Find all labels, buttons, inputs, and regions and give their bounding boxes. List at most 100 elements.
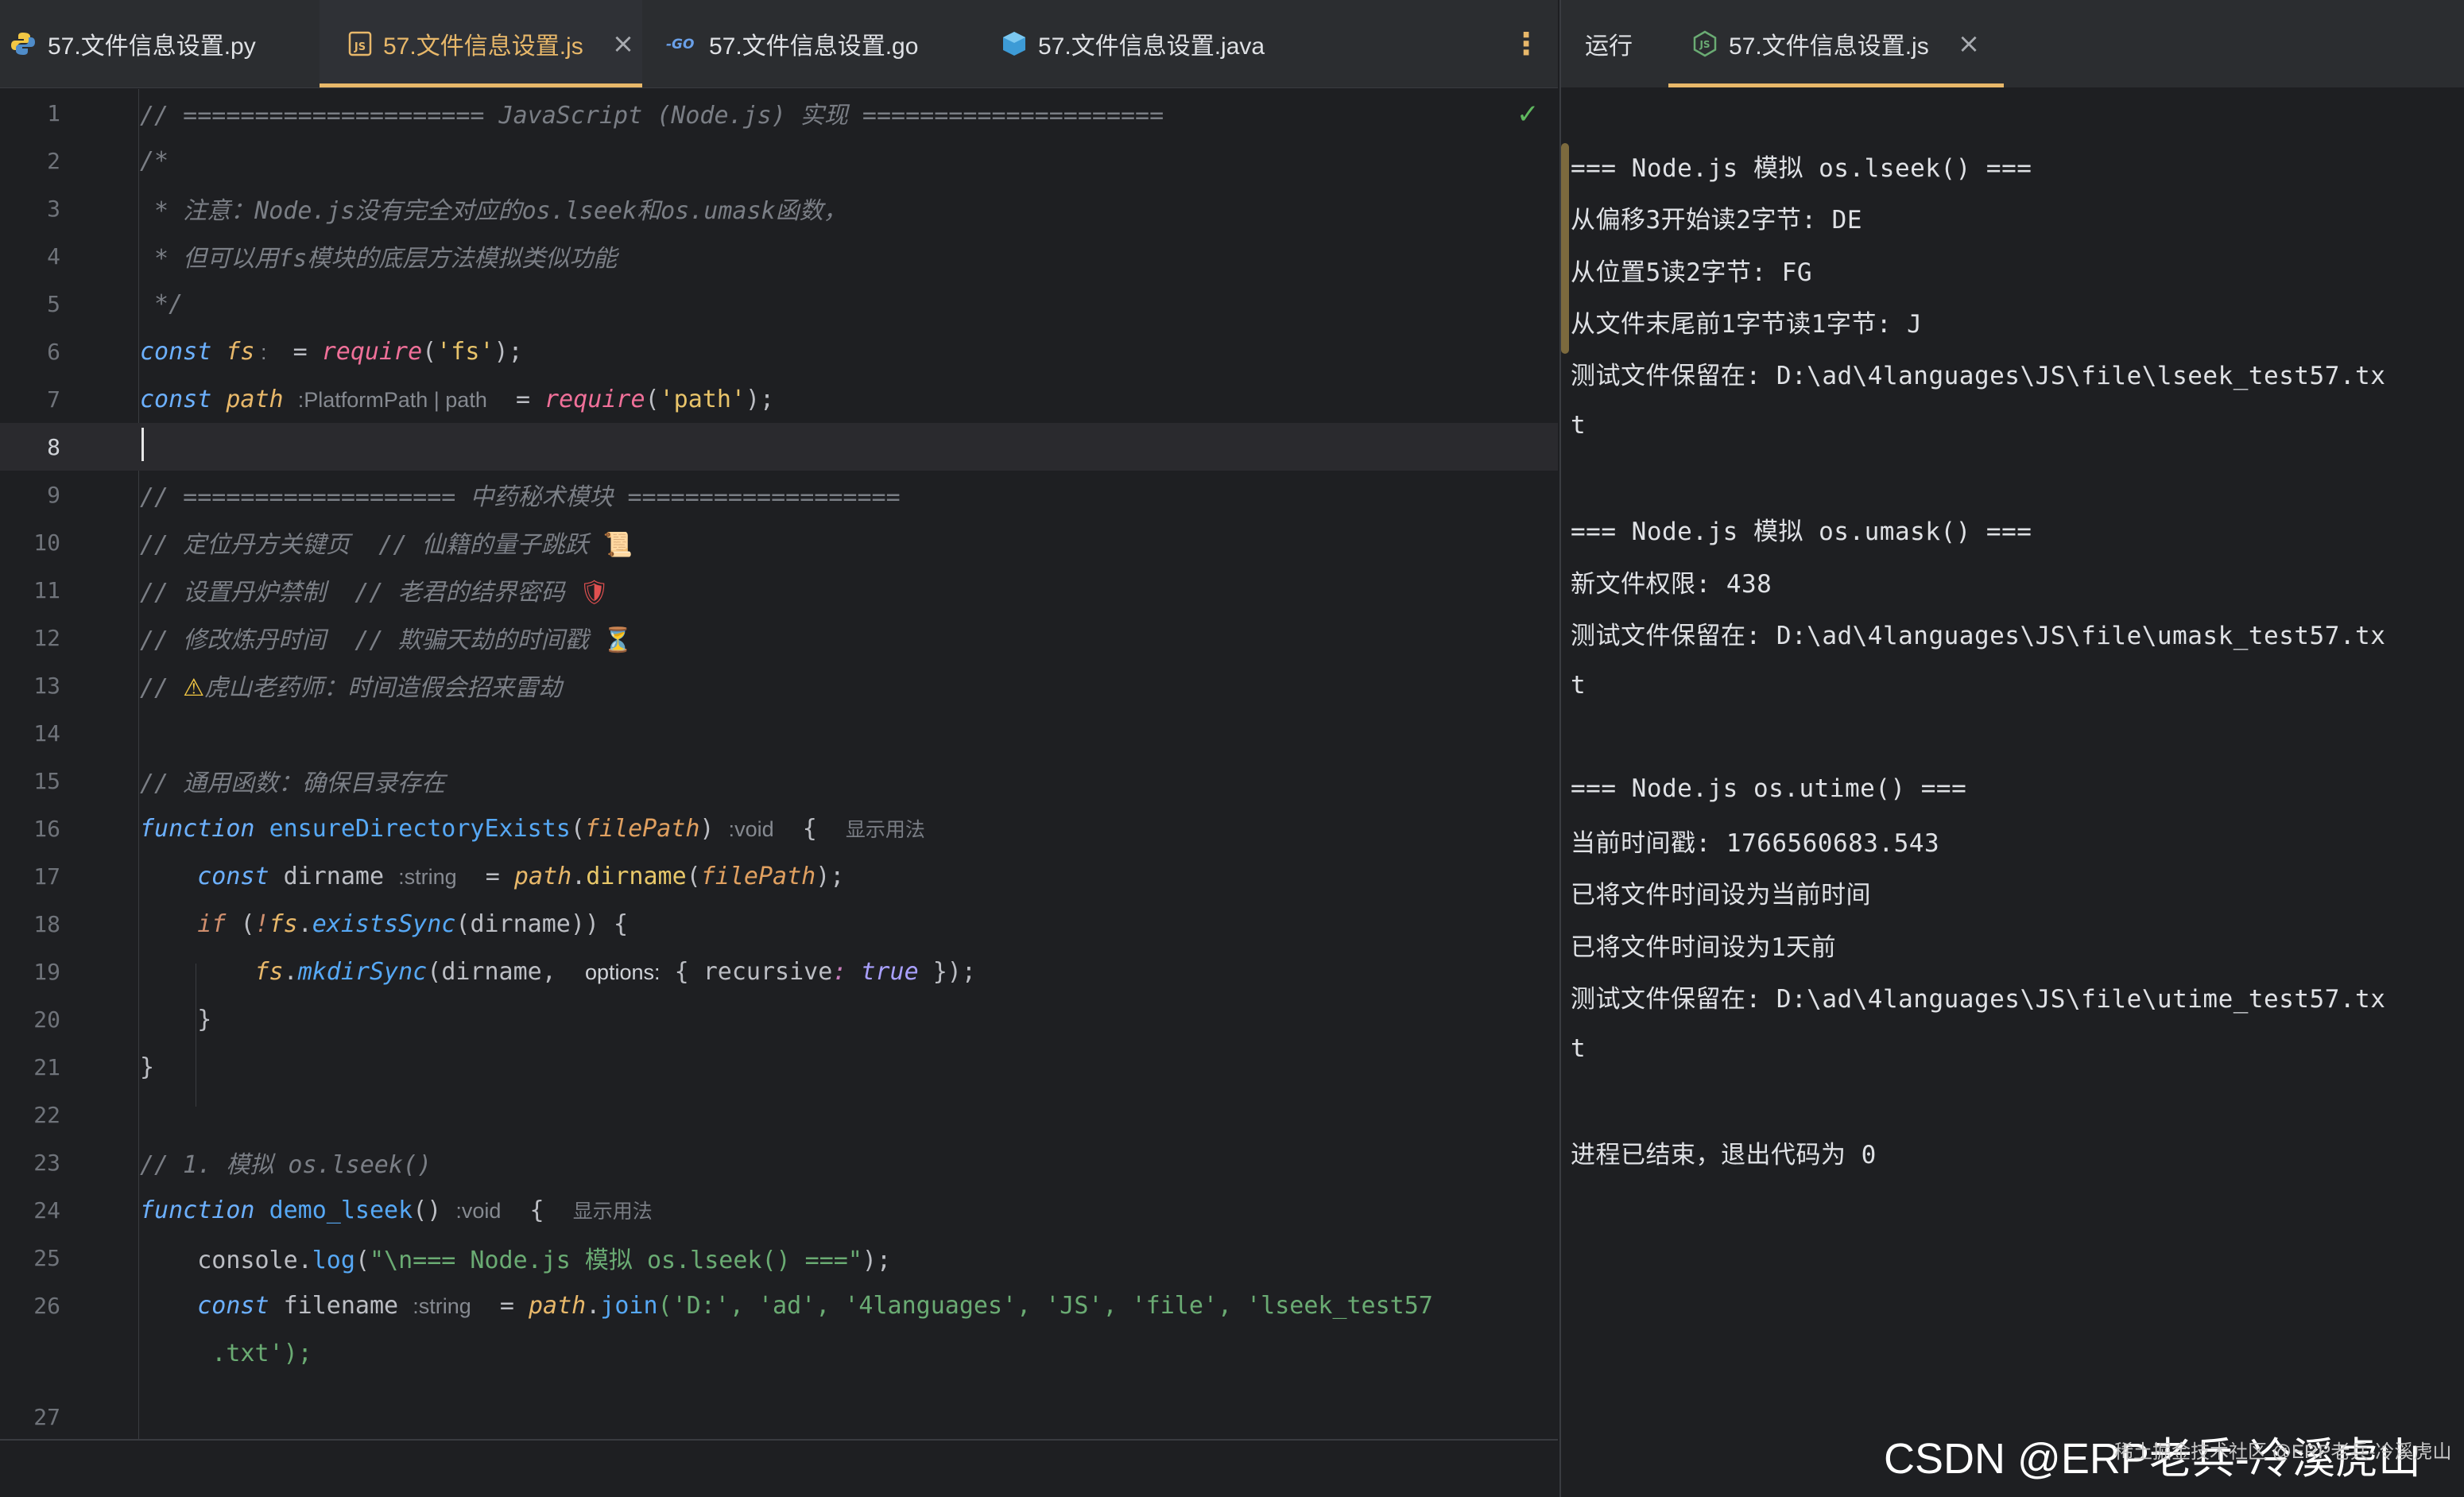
code-token: ensureDirectoryExists [269,815,571,843]
code-editor[interactable]: 1 // ===================== JavaScript (N… [0,89,1558,1441]
svg-text:-GO: -GO [666,37,694,52]
code-line: 13 // ⚠虎山老药师：时间造假会招来雷劫 [0,661,1558,709]
code-token: true [861,957,919,986]
code-line: 5 */ [0,280,1558,328]
code-token: path [226,385,284,413]
line-number: 10 [33,529,60,556]
code-token: join [600,1291,658,1320]
svg-text:JS: JS [1699,39,1710,50]
line-number: 3 [47,195,60,222]
code-comment: */ [140,289,184,318]
code-line: 23 // 1. 模拟 os.lseek() [0,1138,1558,1186]
code-string: .txt'); [211,1339,312,1367]
console-line: === Node.js os.utime() === [1571,774,1967,804]
tab-label: 57.文件信息设置.go [709,33,919,60]
line-number: 4 [47,242,60,270]
editor-tab-bar: 57.文件信息设置.py JS 57.文件信息设置.js × -GO 57.文件… [0,0,1558,88]
shield-icon: 🛡 [579,579,610,607]
close-icon[interactable]: × [612,28,635,60]
code-line: 10 // 定位丹方关键页 // 仙籍的量子跳跃 📜 [0,518,1558,566]
code-comment: // ===================== JavaScript (Nod… [140,102,1164,130]
code-comment: * 注意：Node.js没有完全对应的os.lseek和os.umask函数， [140,197,847,225]
scroll-icon: 📜 [602,531,633,559]
run-pane: 运行 JS 57.文件信息设置.js × === Node.js 模拟 os.l… [1559,0,2464,1497]
code-line: 18 if (!fs.existsSync(dirname)) { [0,900,1558,948]
line-number: 14 [33,719,60,747]
code-line: 25 console.log("\n=== Node.js 模拟 os.lsee… [0,1234,1558,1282]
line-number: 9 [47,481,60,508]
close-icon[interactable]: × [1958,28,1981,60]
console-line: 进程已结束，退出代码为 0 [1571,1140,1877,1169]
code-line: 2 /* [0,137,1558,184]
tab-java-file[interactable]: 57.文件信息设置.java [1001,0,1335,87]
tab-js-file[interactable]: JS 57.文件信息设置.js × [320,0,642,87]
console-line: t [1571,411,1586,440]
console-line: t [1571,1034,1586,1063]
line-number: 24 [33,1196,60,1224]
code-comment: // 设置丹炉禁制 // 老君的结界密码 [140,579,579,607]
show-usage-link[interactable]: 显示用法 [846,819,925,841]
type-hint: void [461,1199,502,1223]
type-hint: string [404,864,457,889]
run-tab-label: 57.文件信息设置.js [1729,33,1929,60]
nodejs-icon: JS [1692,30,1718,57]
tab-label: 57.文件信息设置.js [383,33,583,60]
run-tab[interactable]: JS 57.文件信息设置.js × [1668,0,2005,87]
run-tab-bar: 运行 JS 57.文件信息设置.js × [1561,0,2464,87]
console-line: 新文件权限: 438 [1571,569,1772,599]
code-line: 9 // =================== 中药秘术模块 ========… [0,471,1558,518]
scrollbar[interactable] [1561,143,1569,354]
code-line: 14 [0,709,1558,757]
code-line: 12 // 修改炼丹时间 // 欺骗天劫的时间戳 ⏳ [0,614,1558,661]
code-comment: // [140,674,184,702]
line-number: 27 [33,1403,60,1430]
code-token: filePath [700,862,816,890]
console-line: 已将文件时间设为1天前 [1571,933,1837,962]
code-token: filePath [584,815,700,843]
console-line: 从位置5读2字节: FG [1571,258,1812,287]
code-comment: // =================== 中药秘术模块 ==========… [140,483,901,511]
code-token: console [197,1247,298,1274]
code-token: log [312,1247,355,1274]
console-line: 从文件末尾前1字节读1字节: J [1571,310,1923,339]
hourglass-icon: ⏳ [602,626,633,654]
code-token: require [321,337,423,366]
line-number: 13 [33,672,60,699]
code-line: 1 // ===================== JavaScript (N… [0,89,1558,137]
code-line: 6 const fs : = require('fs'); [0,328,1558,375]
code-line: 11 // 设置丹炉禁制 // 老君的结界密码 🛡 [0,566,1558,614]
code-line: 20 } [0,995,1558,1043]
javascript-file-icon: JS [348,31,372,56]
code-token: path [513,862,572,890]
warning-icon: ⚠ [183,674,205,702]
console-line: 从偏移3开始读2字节: DE [1571,206,1862,235]
line-number: 26 [33,1292,60,1319]
code-token: dirname [586,862,687,890]
more-tabs-icon[interactable]: ⋮ [1510,0,1542,87]
console-line: t [1571,670,1586,700]
code-line: 4 * 但可以用fs模块的底层方法模拟类似功能 [0,232,1558,280]
console-line: 当前时间戳: 1766560683.543 [1571,829,1940,858]
python-file-icon [10,30,37,57]
line-number: 6 [47,338,60,365]
show-usage-link[interactable]: 显示用法 [573,1200,653,1223]
console-line: 测试文件保留在: D:\ad\4languages\JS\file\lseek_… [1571,362,2386,391]
code-token: mkdirSync [297,957,428,986]
console-output: === Node.js 模拟 os.lseek() === 从偏移3开始读2字节… [1571,140,2453,1178]
code-line: 3 * 注意：Node.js没有完全对应的os.lseek和os.umask函数… [0,184,1558,232]
line-number: 17 [33,863,60,890]
code-line: 26 const filename :string = path.join('D… [0,1282,1558,1329]
line-number: 2 [47,147,60,174]
code-string: "\n=== Node.js 模拟 os.lseek() ===" [370,1247,862,1274]
code-comment: // 1. 模拟 os.lseek() [140,1151,432,1179]
line-number: 20 [33,1006,60,1033]
type-hint: string [418,1293,471,1318]
code-line: 16 function ensureDirectoryExists(filePa… [0,805,1558,852]
line-number: 25 [33,1244,60,1271]
tab-go-file[interactable]: -GO 57.文件信息设置.go [666,0,968,87]
svg-text:JS: JS [354,41,366,53]
tab-py-file[interactable]: 57.文件信息设置.py [10,0,304,87]
line-number: 1 [47,99,60,126]
